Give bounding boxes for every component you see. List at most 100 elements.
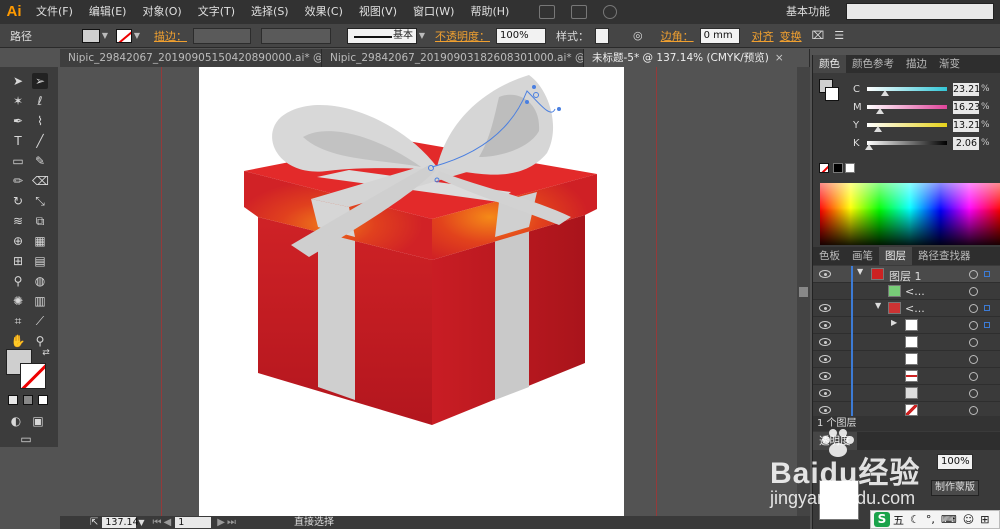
- white-color-icon[interactable]: [845, 163, 855, 173]
- chevron-down-icon[interactable]: ▼: [417, 29, 427, 43]
- gradient-mode-icon[interactable]: [23, 395, 33, 405]
- change-screen-mode-icon[interactable]: ▭: [18, 431, 34, 447]
- selection-tool-icon[interactable]: ➤: [10, 73, 26, 89]
- stroke-control[interactable]: ▼: [116, 28, 142, 43]
- cyan-slider[interactable]: [867, 87, 947, 96]
- tab-color[interactable]: 颜色: [813, 55, 846, 73]
- layer-row[interactable]: ▼ <...: [813, 300, 1000, 317]
- style-swatch[interactable]: [595, 27, 609, 44]
- line-tool-icon[interactable]: ╱: [32, 133, 48, 149]
- target-icon[interactable]: [969, 321, 978, 330]
- column-graph-tool-icon[interactable]: ▥: [32, 293, 48, 309]
- variable-width-control[interactable]: [261, 27, 331, 44]
- symbol-sprayer-tool-icon[interactable]: ✺: [10, 293, 26, 309]
- curvature-tool-icon[interactable]: ⌇: [32, 113, 48, 129]
- menu-type[interactable]: 文字(T): [190, 0, 243, 24]
- menu-view[interactable]: 视图(V): [351, 0, 405, 24]
- magenta-slider[interactable]: [867, 105, 947, 114]
- none-color-icon[interactable]: [819, 163, 829, 173]
- blend-tool-icon[interactable]: ◍: [32, 273, 48, 289]
- disclosure-right-icon[interactable]: ▶: [891, 318, 897, 327]
- zoom-field[interactable]: 137.14: [102, 517, 139, 528]
- stroke-weight-field[interactable]: [193, 27, 251, 44]
- menu-edit[interactable]: 编辑(E): [81, 0, 135, 24]
- artboard[interactable]: [199, 67, 624, 516]
- shape-builder-tool-icon[interactable]: ⊕: [10, 233, 26, 249]
- layer-row[interactable]: [813, 368, 1000, 385]
- close-icon[interactable]: ×: [775, 52, 784, 64]
- screen-mode-icon[interactable]: ▣: [30, 413, 46, 429]
- rectangle-tool-icon[interactable]: ▭: [10, 153, 26, 169]
- eye-icon[interactable]: [819, 372, 831, 380]
- disclosure-down-icon[interactable]: ▼: [875, 301, 881, 310]
- free-transform-tool-icon[interactable]: ⧉: [32, 213, 48, 229]
- slider-knob[interactable]: [881, 90, 889, 96]
- artboard-number-field[interactable]: 1: [175, 517, 212, 528]
- layer-row[interactable]: ▶: [813, 317, 1000, 334]
- scale-tool-icon[interactable]: ⤡: [32, 193, 48, 209]
- direct-selection-tool-icon[interactable]: ➢: [32, 73, 48, 89]
- export-icon[interactable]: ⇱: [90, 516, 98, 529]
- target-icon[interactable]: [969, 287, 978, 296]
- anchor-point[interactable]: [557, 107, 561, 111]
- first-artboard-icon[interactable]: ⏮: [153, 516, 162, 529]
- target-icon[interactable]: [969, 355, 978, 364]
- layer-row[interactable]: <...: [813, 283, 1000, 300]
- rotate-tool-icon[interactable]: ↻: [10, 193, 26, 209]
- variable-width-field[interactable]: [261, 27, 331, 44]
- hand-tool-icon[interactable]: ✋: [10, 333, 26, 349]
- tab-document-2[interactable]: Nipic_29842067_20190903182608301000.ai* …: [322, 49, 584, 67]
- menu-window[interactable]: 窗口(W): [405, 0, 462, 24]
- channel-value[interactable]: 13.21: [953, 118, 980, 132]
- layer-row[interactable]: ▼ 图层 1: [813, 266, 1000, 283]
- slice-tool-icon[interactable]: ⟋: [32, 313, 48, 329]
- corner-label[interactable]: 边角：: [661, 28, 694, 44]
- selection-indicator[interactable]: [984, 271, 990, 277]
- eye-icon[interactable]: [819, 406, 831, 414]
- chevron-down-icon[interactable]: ▼: [132, 29, 142, 43]
- eraser-tool-icon[interactable]: ⌫: [32, 173, 49, 189]
- ime-logo[interactable]: S: [874, 512, 890, 527]
- chevron-down-icon[interactable]: ▼: [100, 29, 110, 43]
- scroll-thumb[interactable]: [799, 287, 808, 297]
- tab-pathfinder[interactable]: 路径查找器: [912, 247, 977, 265]
- anchor-point[interactable]: [525, 100, 529, 104]
- ime-mode[interactable]: 五: [893, 512, 904, 528]
- yellow-slider[interactable]: [867, 123, 947, 132]
- user-icon[interactable]: ☺: [963, 513, 974, 526]
- tab-stroke[interactable]: 描边: [900, 55, 933, 73]
- gift-box-artwork[interactable]: [199, 67, 624, 516]
- target-icon[interactable]: [969, 338, 978, 347]
- magic-wand-tool-icon[interactable]: ✶: [10, 93, 26, 109]
- slider-knob[interactable]: [865, 144, 873, 150]
- disclosure-down-icon[interactable]: ▼: [857, 267, 863, 276]
- moon-icon[interactable]: ☾: [910, 513, 920, 526]
- layer-row[interactable]: [813, 334, 1000, 351]
- tab-document-1[interactable]: Nipic_29842067_20190905150420890000.ai* …: [60, 49, 322, 67]
- eye-icon[interactable]: [819, 338, 831, 346]
- black-color-icon[interactable]: [833, 163, 843, 173]
- keyboard-icon[interactable]: ⌨: [941, 513, 957, 526]
- corner-control[interactable]: 0 mm: [699, 27, 740, 44]
- channel-value[interactable]: 2.06: [953, 136, 979, 150]
- opacity-label[interactable]: 不透明度：: [435, 28, 490, 44]
- layer-name[interactable]: 图层 1: [889, 268, 922, 284]
- opacity-control[interactable]: 100%: [496, 27, 546, 44]
- menu-object[interactable]: 对象(O): [134, 0, 189, 24]
- layer-row[interactable]: [813, 385, 1000, 402]
- target-icon[interactable]: [969, 372, 978, 381]
- stroke-swatch[interactable]: [116, 28, 132, 43]
- draw-mode-icon[interactable]: ◐: [8, 413, 24, 429]
- group-name[interactable]: <...: [905, 302, 925, 315]
- punctuation-icon[interactable]: °,: [926, 513, 935, 526]
- black-slider[interactable]: [865, 141, 947, 150]
- grid-icon[interactable]: ⊞: [980, 513, 989, 526]
- stroke-weight-control[interactable]: [193, 27, 251, 44]
- last-artboard-icon[interactable]: ⏭: [227, 516, 236, 529]
- swap-colors-icon[interactable]: ⇄: [38, 345, 54, 361]
- eye-icon[interactable]: [819, 304, 831, 312]
- gpu-performance-icon[interactable]: [603, 5, 618, 19]
- menu-panel-icon[interactable]: ☰: [834, 29, 844, 42]
- fill-swatch[interactable]: [82, 28, 100, 43]
- width-tool-icon[interactable]: ≋: [10, 213, 26, 229]
